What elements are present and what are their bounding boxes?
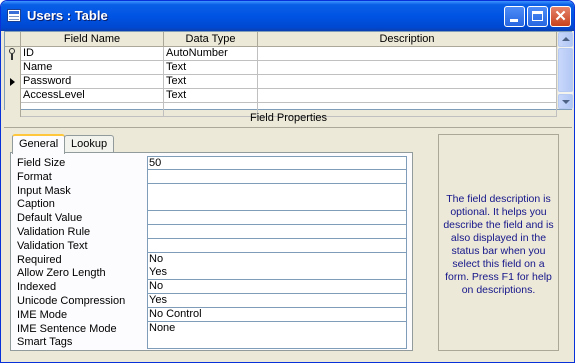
property-row: Default Value: [11, 211, 412, 226]
property-row: Indexed No: [11, 280, 412, 295]
scroll-thumb[interactable]: [558, 48, 573, 92]
vertical-scrollbar[interactable]: [557, 32, 573, 109]
close-icon: ✕: [554, 8, 567, 25]
property-label: Validation Rule: [17, 226, 91, 238]
data-type-cell[interactable]: Text: [164, 75, 258, 88]
current-row-arrow-icon: [10, 78, 15, 86]
property-label: IME Mode: [17, 308, 68, 321]
property-label: Field Size: [17, 157, 66, 169]
property-row: Unicode Compression Yes: [11, 294, 412, 308]
description-cell[interactable]: [258, 75, 557, 88]
field-properties-divider: [4, 127, 572, 128]
property-value-field[interactable]: Yes: [147, 266, 407, 281]
scroll-down-button[interactable]: [558, 94, 573, 109]
property-row: Caption: [11, 197, 412, 212]
property-label: Unicode Compression: [17, 295, 126, 307]
table-row[interactable]: ID AutoNumber: [5, 47, 557, 61]
property-row: Allow Zero Length Yes: [11, 266, 412, 281]
scroll-up-button[interactable]: [558, 32, 573, 47]
property-label: Allow Zero Length: [17, 267, 106, 280]
data-type-cell[interactable]: Text: [164, 61, 258, 74]
primary-key-icon: [9, 48, 15, 60]
scroll-down-icon: [562, 100, 570, 104]
close-button[interactable]: ✕: [550, 6, 571, 27]
maximize-button[interactable]: [527, 6, 548, 27]
property-value-field[interactable]: [147, 225, 407, 239]
field-properties-title: Field Properties: [249, 112, 328, 124]
tab-lookup[interactable]: Lookup: [64, 135, 115, 153]
window-title: Users : Table: [27, 8, 108, 23]
column-header-field-name[interactable]: Field Name: [21, 32, 164, 46]
property-row: IME Mode No Control: [11, 307, 412, 322]
property-value-field[interactable]: No Control: [147, 307, 407, 322]
field-name-cell[interactable]: Password: [21, 75, 164, 88]
property-label: Indexed: [17, 281, 57, 294]
help-text: The field description is optional. It he…: [443, 193, 554, 296]
column-header-data-type[interactable]: Data Type: [164, 32, 258, 46]
property-value-field[interactable]: No: [147, 280, 407, 295]
property-value-field[interactable]: [147, 183, 407, 198]
field-name-cell[interactable]: ID: [21, 47, 164, 60]
property-row: Required No: [11, 252, 412, 267]
tab-general[interactable]: General: [12, 134, 66, 154]
field-name-cell[interactable]: AccessLevel: [21, 89, 164, 102]
column-header-description[interactable]: Description: [258, 32, 557, 46]
property-label: Smart Tags: [17, 336, 73, 349]
property-row: Field Size 50: [11, 156, 412, 170]
grid-header: Field Name Data Type Description: [5, 32, 557, 47]
property-label: Default Value: [17, 212, 83, 225]
minimize-button[interactable]: [504, 6, 525, 27]
property-label: Input Mask: [17, 184, 71, 197]
property-label: Format: [17, 170, 52, 183]
maximize-icon: [532, 11, 543, 21]
description-cell[interactable]: [258, 89, 557, 102]
scroll-up-icon: [562, 37, 570, 41]
table-design-window: Users : Table ✕ Field Name Data Type Des…: [0, 0, 575, 363]
property-row: Smart Tags: [11, 335, 412, 350]
data-type-cell[interactable]: Text: [164, 89, 258, 102]
property-label: IME Sentence Mode: [17, 322, 117, 335]
row-selector[interactable]: [5, 47, 21, 61]
table-icon: [7, 9, 21, 22]
table-row[interactable]: AccessLevel Text: [5, 89, 557, 103]
property-value-field[interactable]: [147, 169, 407, 184]
property-value-field[interactable]: None: [147, 321, 407, 336]
property-row: IME Sentence Mode None: [11, 321, 412, 336]
property-row: Validation Text: [11, 238, 412, 253]
property-value-field[interactable]: No: [147, 252, 407, 267]
property-row: Validation Rule: [11, 225, 412, 239]
property-value-field[interactable]: [147, 197, 407, 212]
property-row: Input Mask: [11, 183, 412, 198]
row-selector[interactable]: [5, 61, 21, 75]
row-selector[interactable]: [5, 75, 21, 89]
description-cell[interactable]: [258, 61, 557, 74]
property-label: Required: [17, 253, 62, 266]
property-value-field[interactable]: [147, 211, 407, 226]
table-row[interactable]: Password Text: [5, 75, 557, 89]
property-value-field[interactable]: [147, 238, 407, 253]
property-label: Caption: [17, 198, 55, 211]
property-row: Format: [11, 169, 412, 184]
property-value-field[interactable]: 50: [147, 156, 407, 170]
data-type-cell[interactable]: AutoNumber: [164, 47, 258, 60]
description-cell[interactable]: [258, 47, 557, 60]
row-selector[interactable]: [5, 89, 21, 103]
title-bar[interactable]: Users : Table ✕: [1, 1, 574, 31]
minimize-icon: [510, 19, 518, 22]
property-label: Validation Text: [17, 239, 88, 252]
window-bottom-edge: [1, 355, 574, 362]
table-row[interactable]: Name Text: [5, 61, 557, 75]
general-properties-panel: Field Size 50 Format Input Mask Caption Defau…: [10, 152, 413, 351]
design-grid: Field Name Data Type Description ID AutoN…: [4, 31, 573, 117]
field-name-cell[interactable]: Name: [21, 61, 164, 74]
header-corner[interactable]: [5, 32, 21, 46]
property-value-field[interactable]: [147, 335, 407, 350]
property-value-field[interactable]: Yes: [147, 294, 407, 308]
help-panel: The field description is optional. It he…: [438, 134, 559, 351]
